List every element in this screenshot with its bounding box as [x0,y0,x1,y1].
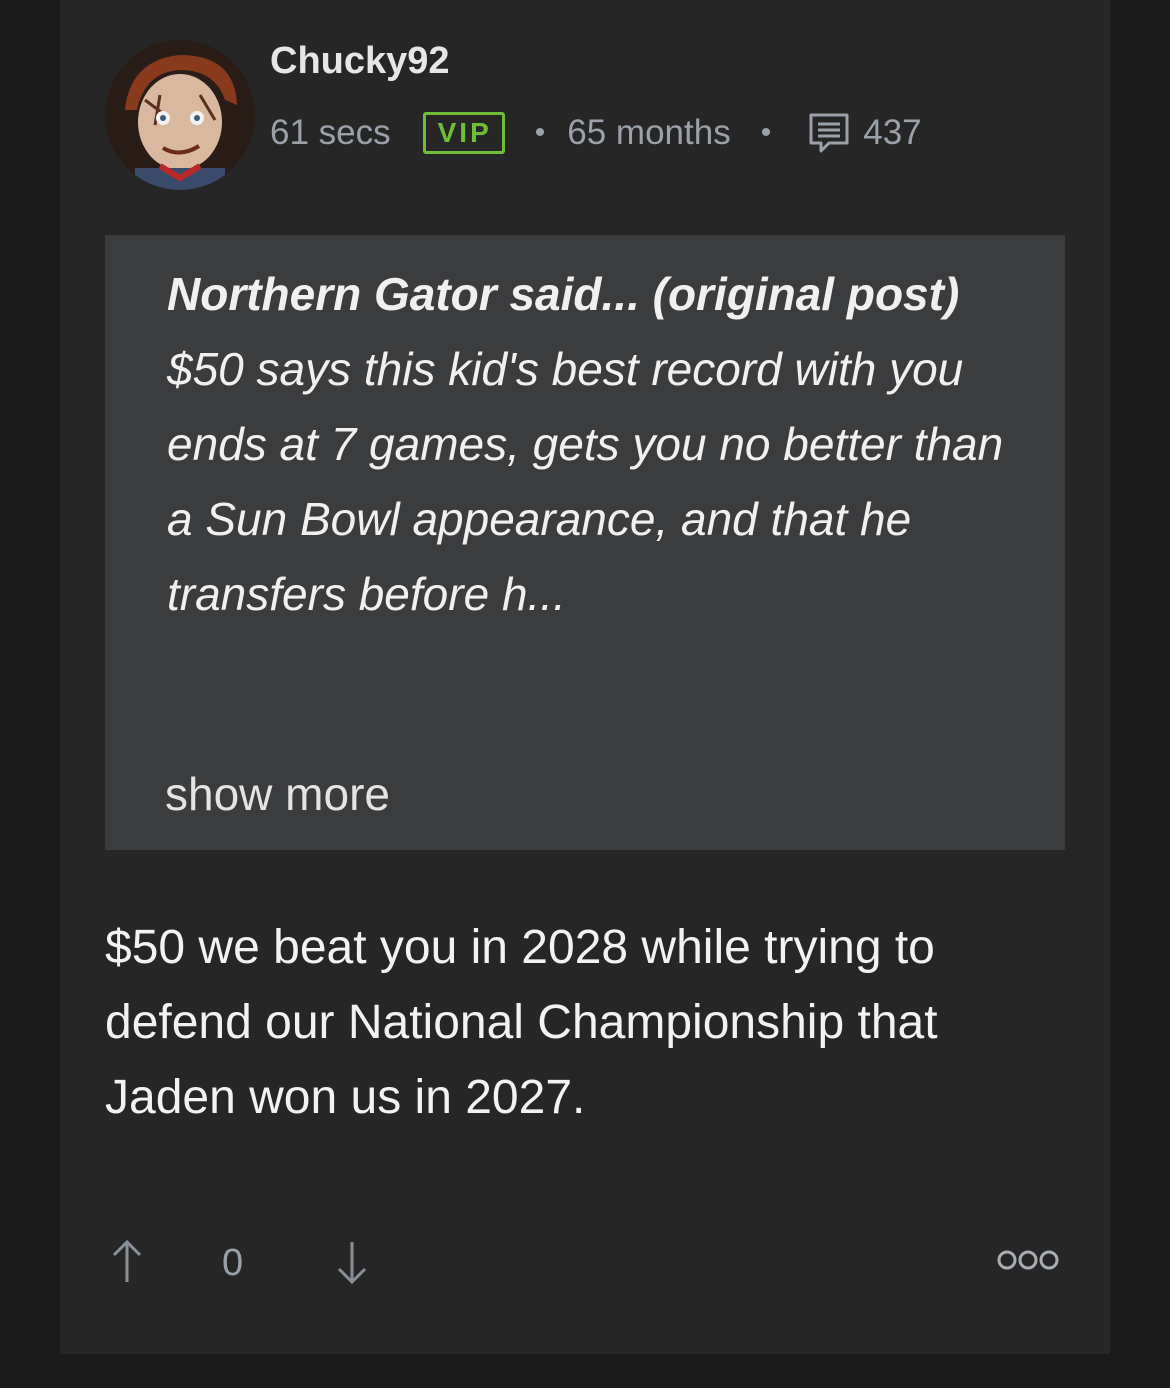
more-options-icon[interactable] [997,1248,1059,1272]
post-card: Chucky92 61 secs VIP • 65 months • 437 N… [60,0,1110,1354]
avatar-image [105,40,255,190]
post-time: 61 secs [270,113,391,152]
quoted-post: Northern Gator said... (original post) $… [105,235,1065,850]
quote-text: Northern Gator said... (original post) $… [167,257,1017,632]
username[interactable]: Chucky92 [270,40,450,83]
show-more-link[interactable]: show more [165,767,390,821]
user-avatar[interactable] [105,40,255,190]
meta-separator: • [760,116,772,149]
quote-body: $50 says this kid's best record with you… [167,343,1004,620]
message-icon [809,113,849,153]
meta-separator: • [534,116,546,149]
vip-badge: VIP [422,112,505,154]
arrow-down-icon[interactable] [335,1238,369,1286]
arrow-up-icon[interactable] [110,1238,144,1286]
post-count: 437 [863,113,922,152]
membership-duration: 65 months [567,113,731,152]
vote-count: 0 [222,1242,244,1284]
post-body: $50 we beat you in 2028 while trying to … [105,921,938,1124]
post-meta: 61 secs VIP • 65 months • 437 [270,110,922,156]
quote-author: Northern Gator said... (original post) [167,268,960,320]
